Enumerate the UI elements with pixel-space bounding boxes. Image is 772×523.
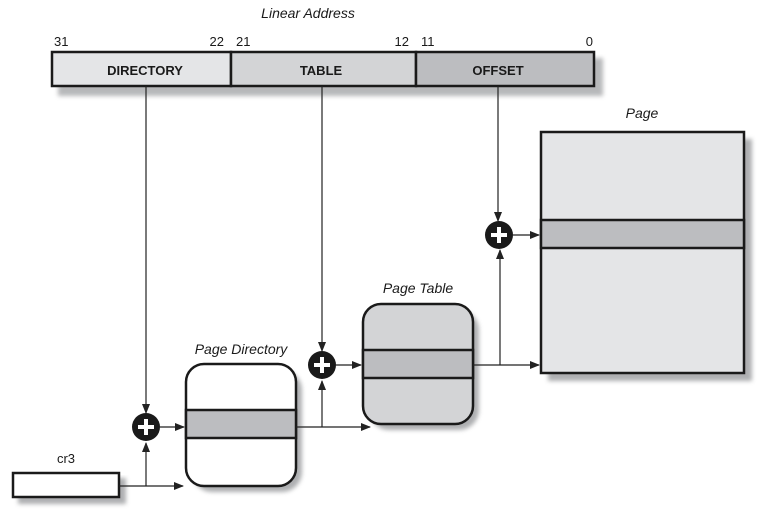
directory-field-label: DIRECTORY: [107, 63, 183, 78]
bit-label-12: 12: [395, 34, 409, 49]
plus-circle-icon: [132, 413, 160, 441]
page-directory-entry: [184, 408, 298, 440]
linear-address-title: Linear Address: [261, 5, 355, 21]
page-table-entry: [361, 348, 475, 380]
page-box: [539, 130, 746, 375]
paging-diagram: Linear Address 31 22 21 12 11 0 DIRECTOR…: [11, 5, 752, 504]
plus-circle-icon: [308, 351, 336, 379]
page-table-label: Page Table: [383, 280, 454, 296]
cr3-register: [11, 471, 121, 499]
bit-label-22: 22: [210, 34, 224, 49]
bit-label-21: 21: [236, 34, 250, 49]
table-field-label: TABLE: [300, 63, 343, 78]
cr3-label: cr3: [57, 451, 75, 466]
page-entry: [539, 218, 746, 250]
page-label: Page: [626, 105, 659, 121]
bit-label-11: 11: [421, 34, 435, 49]
bit-label-0: 0: [586, 34, 593, 49]
plus-circle-icon: [485, 221, 513, 249]
page-directory-label: Page Directory: [195, 341, 289, 357]
offset-field-label: OFFSET: [472, 63, 523, 78]
bit-label-31: 31: [54, 34, 68, 49]
